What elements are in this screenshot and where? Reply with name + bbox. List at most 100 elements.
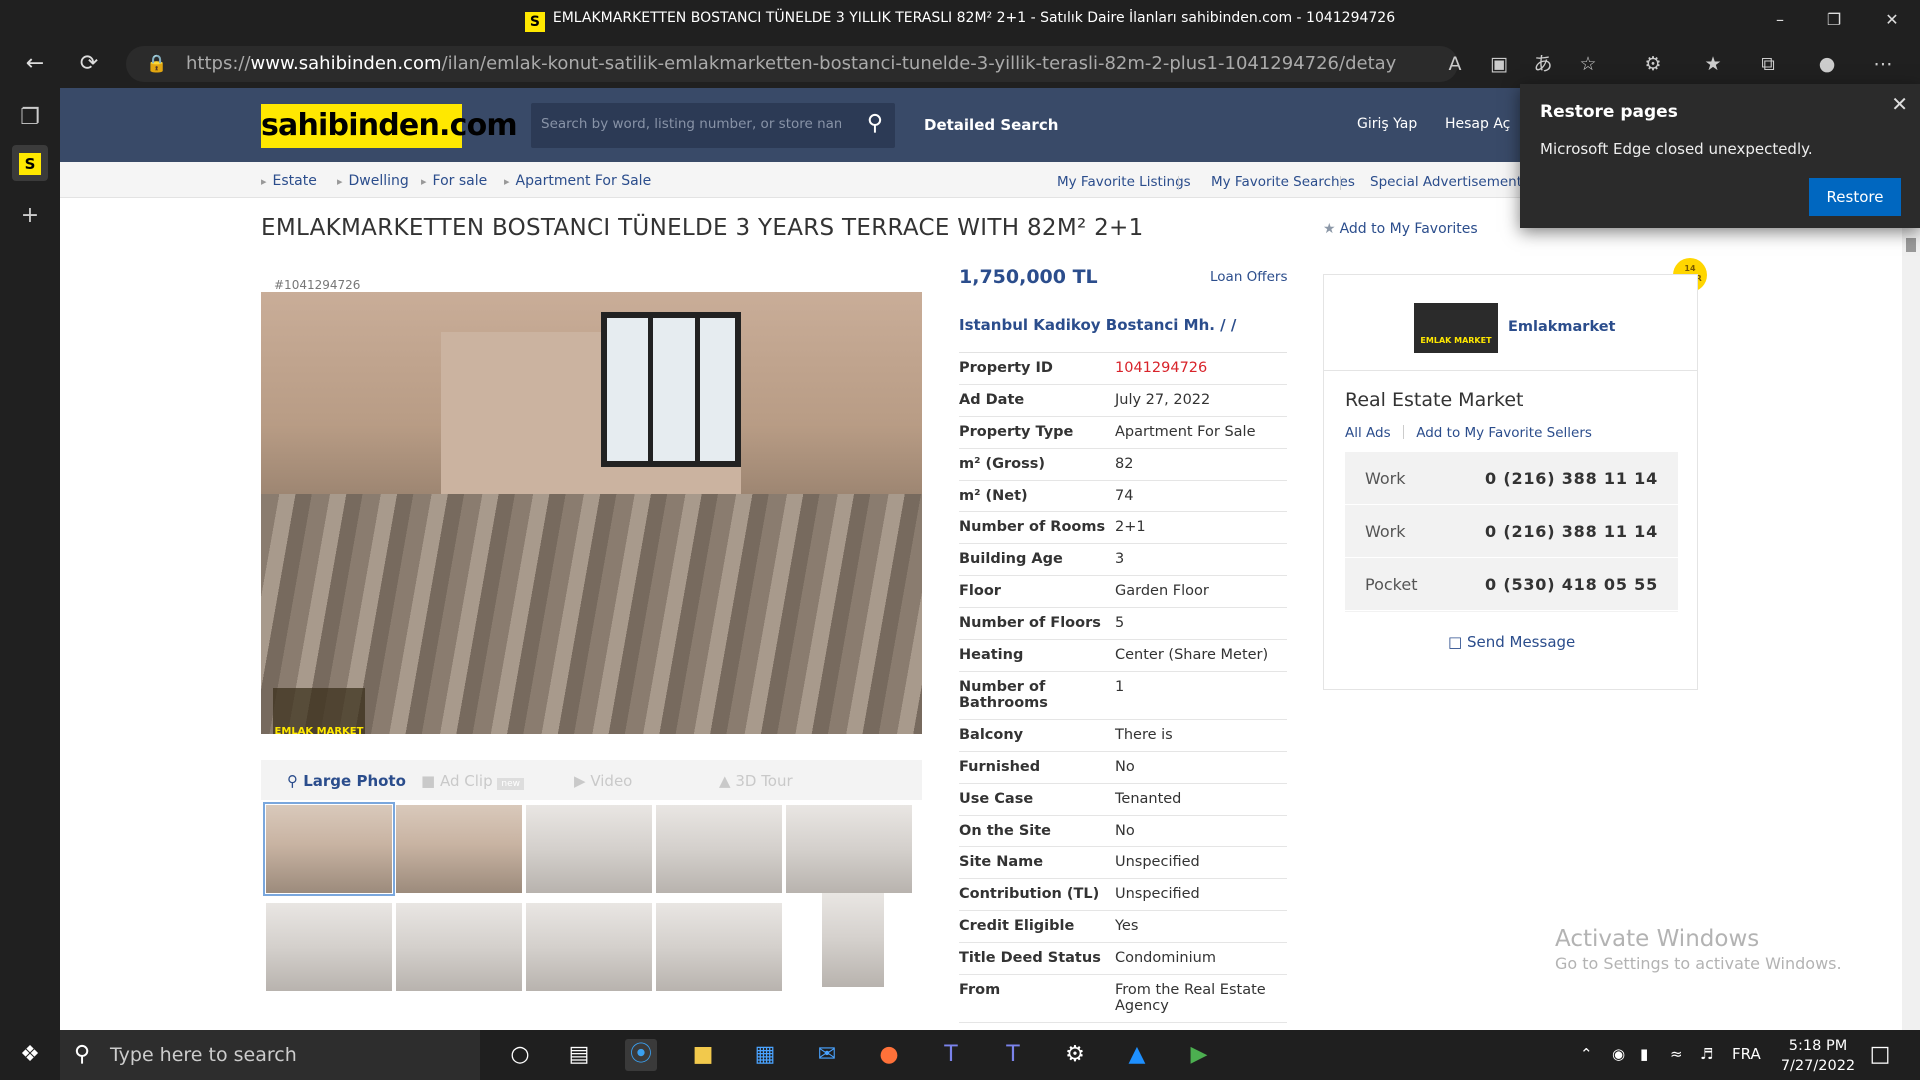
address-bar[interactable]: 🔒 https://www.sahibinden.com/ilan/emlak-k… [126,46,1458,82]
badge-number: 14 [1684,264,1696,273]
notifications-icon[interactable]: □ [1864,1039,1896,1071]
favorites-icon[interactable]: ★ [1701,52,1725,76]
thumbnail[interactable] [526,903,652,991]
settings-gear-icon[interactable]: ⚙ [1059,1039,1091,1071]
thumbnail[interactable] [656,903,782,991]
phone-number[interactable]: 0 (216) 388 11 14 [1485,469,1658,488]
login-link[interactable]: Giriş Yap [1357,116,1417,132]
media-tabs: ⚲ Large Photo ■ Ad Clip new ▶ Video ▲ 3D… [261,760,922,800]
refresh-icon[interactable]: ⟳ [72,48,106,80]
site-logo[interactable]: sahibinden.com [261,104,518,148]
breadcrumb-apartment-for-sale[interactable]: Apartment For Sale [504,173,652,189]
thumbnail[interactable] [822,893,884,987]
tab-video[interactable]: ▶ Video [574,772,632,790]
detail-value: 2+1 [1115,519,1146,536]
add-to-favorites-link[interactable]: ★ Add to My Favorites [1323,221,1478,237]
sidebar-tab-sahibinden[interactable]: S [12,145,48,181]
all-ads-link[interactable]: All Ads [1345,425,1391,441]
breadcrumb-estate[interactable]: Estate [261,173,317,189]
new-tab-plus-icon[interactable]: + [12,198,48,234]
task-view-icon[interactable]: ▤ [563,1039,595,1071]
taskbar-clock[interactable]: 5:18 PM 7/27/2022 [1770,1036,1866,1076]
send-message-button[interactable]: □ Send Message [1448,633,1575,651]
breadcrumb-for-sale[interactable]: For sale [421,173,488,189]
volume-icon[interactable]: ♬ [1700,1045,1713,1063]
tab-ad-clip[interactable]: ■ Ad Clip new [421,772,524,790]
thumbnail[interactable] [656,805,782,893]
thumbnail[interactable] [266,903,392,991]
profile-avatar-icon[interactable]: ● [1815,52,1839,76]
detail-row: Site Name Unspecified [959,847,1287,880]
cortana-icon[interactable]: ○ [504,1039,536,1071]
detail-row: On the Site No [959,816,1287,848]
teams-icon[interactable]: T [935,1039,967,1071]
my-favorite-searches-link[interactable]: My Favorite Searches [1211,174,1355,190]
detail-row: Balcony There is [959,720,1287,752]
firefox-icon[interactable]: ● [873,1039,905,1071]
file-explorer-icon[interactable]: ■ [687,1039,719,1071]
seller-name-link[interactable]: Emlakmarket [1508,319,1615,335]
detail-row: Furnished No [959,752,1287,784]
loan-offers-link[interactable]: Loan Offers [1210,269,1287,285]
scrollbar-thumb[interactable] [1906,238,1916,252]
wifi-icon[interactable]: ≈ [1670,1045,1683,1063]
settings-more-icon[interactable]: ⋯ [1871,52,1895,76]
register-link[interactable]: Hesap Aç [1445,116,1510,132]
search-icon[interactable]: ⚲ [867,111,883,136]
close-icon[interactable]: ✕ [1891,92,1908,116]
windows-start-icon[interactable]: ❖ [14,1039,46,1071]
main-listing-photo[interactable]: EMLAK MARKET [261,292,922,734]
minimize-button[interactable]: – [1752,0,1808,40]
detail-value: Condominium [1115,950,1216,967]
thumbnail[interactable] [526,805,652,893]
taskbar-search-input[interactable]: ⚲ Type here to search [60,1030,480,1080]
media-player-icon[interactable]: ▶ [1183,1039,1215,1071]
microsoft-store-icon[interactable]: ▦ [749,1039,781,1071]
photo-window [601,312,741,467]
detailed-search-link[interactable]: Detailed Search [924,116,1058,134]
my-favorite-listings-link[interactable]: My Favorite Listings [1057,174,1191,190]
detail-value: July 27, 2022 [1115,391,1211,408]
immersive-reader-icon[interactable]: ▣ [1487,52,1511,76]
edge-browser-icon[interactable]: ⦿ [625,1039,657,1071]
back-arrow-icon[interactable]: ← [18,48,52,80]
close-window-button[interactable]: ✕ [1864,0,1920,40]
site-search-input[interactable]: Search by word, listing number, or store… [531,103,895,148]
phone-list: Work 0 (216) 388 11 14 Work 0 (216) 388 11… [1345,452,1678,612]
input-language[interactable]: FRA [1732,1045,1761,1063]
collections-icon[interactable]: ⧉ [1756,52,1780,76]
thumbnail[interactable] [396,903,522,991]
tab-large-photo[interactable]: ⚲ Large Photo [287,772,406,790]
webcam-icon[interactable]: ◉ [1612,1045,1625,1063]
thumbnail[interactable] [786,805,912,893]
add-favorite-seller-link[interactable]: Add to My Favorite Sellers [1416,425,1592,441]
thumbnail[interactable] [263,802,395,896]
teams-classic-icon[interactable]: T [997,1039,1029,1071]
read-aloud-icon[interactable]: A [1443,52,1467,76]
add-favorite-icon[interactable]: ☆ [1576,52,1600,76]
special-ads-link[interactable]: Special Advertisements f [1370,174,1538,190]
listing-location[interactable]: Istanbul Kadikoy Bostanci Mh. / / [959,316,1236,334]
tab-video-label: Video [590,772,633,790]
extensions-icon[interactable]: ⚙ [1641,52,1665,76]
breadcrumb-dwelling[interactable]: Dwelling [337,173,409,189]
detail-row: Floor Garden Floor [959,576,1287,609]
tab-3d-tour[interactable]: ▲ 3D Tour [719,772,793,790]
maximize-button[interactable]: ❐ [1806,0,1862,40]
phone-number[interactable]: 0 (216) 388 11 14 [1485,522,1658,541]
battery-icon[interactable]: ▮ [1640,1045,1648,1063]
detail-row: m² (Gross) 82 [959,449,1287,481]
tab-actions-icon[interactable]: ❐ [12,100,48,136]
detail-label: Property ID [959,360,1053,376]
translate-icon[interactable]: あ [1531,52,1555,76]
phone-number[interactable]: 0 (530) 418 05 55 [1485,575,1658,594]
restore-button[interactable]: Restore [1809,178,1901,216]
detail-value: From the Real Estate Agency [1115,982,1266,1015]
page-scrollbar[interactable] [1902,228,1920,1030]
app-shield-icon[interactable]: ▲ [1121,1039,1153,1071]
thumbnail[interactable] [396,805,522,893]
mail-icon[interactable]: ✉ [811,1039,843,1071]
detail-label: Balcony [959,726,1024,743]
seller-logo[interactable]: EMLAK MARKET [1414,303,1498,353]
chevron-up-icon[interactable]: ⌃ [1580,1045,1593,1063]
